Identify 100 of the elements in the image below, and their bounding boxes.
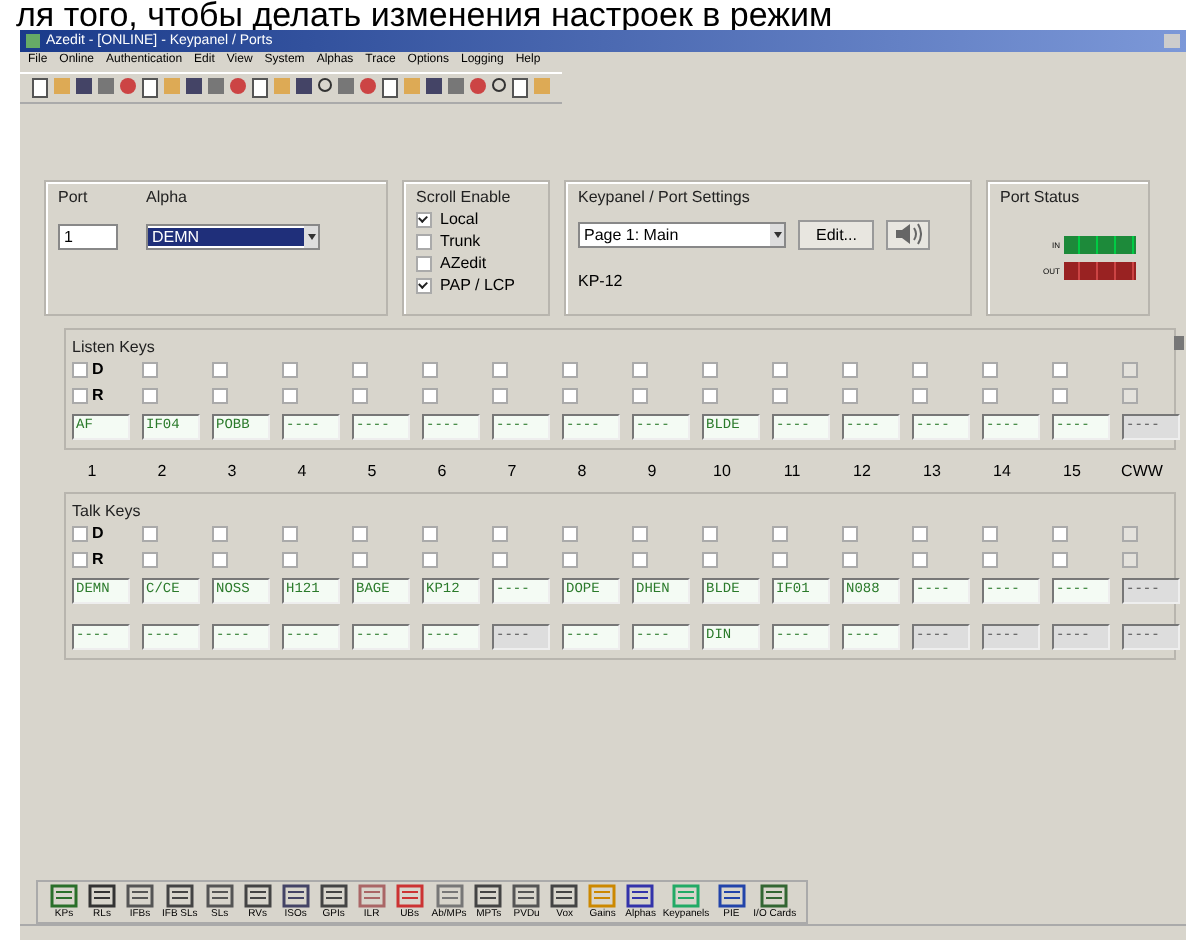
checkbox[interactable] (702, 387, 718, 403)
checkbox[interactable] (842, 525, 858, 541)
group-title: Port Status (1000, 188, 1082, 206)
checkbox-label: R (92, 550, 104, 568)
checkbox[interactable] (212, 361, 228, 377)
checkbox[interactable] (842, 361, 858, 377)
alpha-label: Alpha (146, 188, 189, 206)
checkbox-label: AZedit (440, 254, 487, 272)
search-icon[interactable] (318, 78, 332, 92)
document-icon[interactable] (512, 78, 528, 98)
group-title: Talk Keys (72, 502, 143, 520)
checkbox[interactable] (982, 361, 998, 377)
checkbox[interactable] (142, 361, 158, 377)
checkbox[interactable] (912, 551, 928, 567)
app-icon (26, 34, 40, 48)
checkbox[interactable] (72, 551, 88, 567)
checkbox[interactable] (562, 361, 578, 377)
checkbox[interactable] (702, 525, 718, 541)
checkbox[interactable] (212, 551, 228, 567)
column-number: 12 (851, 462, 873, 480)
checkbox[interactable] (772, 525, 788, 541)
checkbox[interactable] (422, 387, 438, 403)
document-icon[interactable] (382, 78, 398, 98)
checkbox[interactable] (212, 387, 228, 403)
checkbox[interactable] (632, 525, 648, 541)
checkbox[interactable] (842, 387, 858, 403)
checkbox[interactable] (352, 551, 368, 567)
checkbox[interactable] (142, 387, 158, 403)
checkbox[interactable] (842, 551, 858, 567)
status-meter (1064, 236, 1136, 254)
checkbox[interactable] (212, 525, 228, 541)
column-number: 10 (711, 462, 733, 480)
caption-text: ля того, чтобы делать изменения настроек в режим (14, 0, 835, 30)
checkbox[interactable] (632, 551, 648, 567)
search-icon[interactable] (492, 78, 506, 92)
checkbox-label: Local (440, 210, 479, 228)
checkbox[interactable] (562, 525, 578, 541)
checkbox[interactable] (352, 361, 368, 377)
checkbox[interactable] (982, 551, 998, 567)
checkbox[interactable] (142, 525, 158, 541)
checkbox[interactable] (416, 211, 432, 227)
checkbox[interactable] (912, 387, 928, 403)
checkbox[interactable] (416, 277, 432, 293)
checkbox[interactable] (422, 361, 438, 377)
checkbox[interactable] (352, 525, 368, 541)
checkbox[interactable] (416, 233, 432, 249)
column-number: 3 (225, 462, 239, 480)
checkbox[interactable] (492, 361, 508, 377)
checkbox[interactable] (282, 387, 298, 403)
checkbox[interactable] (912, 525, 928, 541)
checkbox[interactable] (72, 525, 88, 541)
checkbox-label: D (92, 360, 104, 378)
checkbox-label: Trunk (440, 232, 481, 250)
port-field[interactable]: 1 (58, 224, 118, 250)
checkbox[interactable] (282, 551, 298, 567)
checkbox[interactable] (772, 361, 788, 377)
checkbox[interactable] (912, 361, 928, 377)
checkbox[interactable] (282, 361, 298, 377)
checkbox-label: R (92, 386, 104, 404)
column-number: 6 (435, 462, 449, 480)
checkbox[interactable] (72, 361, 88, 377)
column-number: CWW (1119, 462, 1165, 480)
checkbox[interactable] (142, 551, 158, 567)
checkbox[interactable] (1052, 551, 1068, 567)
checkbox[interactable] (282, 525, 298, 541)
checkbox[interactable] (1052, 361, 1068, 377)
port-label: Port (58, 188, 90, 206)
checkbox[interactable] (422, 525, 438, 541)
checkbox[interactable] (772, 551, 788, 567)
document-icon[interactable] (142, 78, 158, 98)
checkbox[interactable] (352, 387, 368, 403)
checkbox[interactable] (982, 525, 998, 541)
edit-button[interactable]: Edit... (798, 220, 875, 250)
checkbox[interactable] (772, 387, 788, 403)
document-icon[interactable] (32, 78, 48, 98)
checkbox[interactable] (702, 361, 718, 377)
column-number: 1 (85, 462, 99, 480)
checkbox[interactable] (702, 551, 718, 567)
checkbox[interactable] (562, 387, 578, 403)
speaker-button[interactable] (886, 220, 931, 250)
checkbox[interactable] (72, 387, 88, 403)
checkbox-label: D (92, 524, 104, 542)
alpha-dropdown[interactable]: DEMN (146, 224, 320, 250)
checkbox[interactable] (632, 387, 648, 403)
checkbox[interactable] (1052, 525, 1068, 541)
checkbox[interactable] (982, 387, 998, 403)
checkbox[interactable] (562, 551, 578, 567)
document-icon[interactable] (252, 78, 268, 98)
checkbox[interactable] (492, 525, 508, 541)
checkbox[interactable] (492, 387, 508, 403)
column-number: 15 (1061, 462, 1083, 480)
checkbox[interactable] (422, 551, 438, 567)
checkbox[interactable] (416, 255, 432, 271)
column-number: 4 (295, 462, 309, 480)
column-number: 8 (575, 462, 589, 480)
checkbox[interactable] (492, 551, 508, 567)
checkbox[interactable] (632, 361, 648, 377)
checkbox[interactable] (1052, 387, 1068, 403)
column-number: 2 (155, 462, 169, 480)
page-dropdown[interactable]: Page 1: Main (578, 222, 786, 248)
